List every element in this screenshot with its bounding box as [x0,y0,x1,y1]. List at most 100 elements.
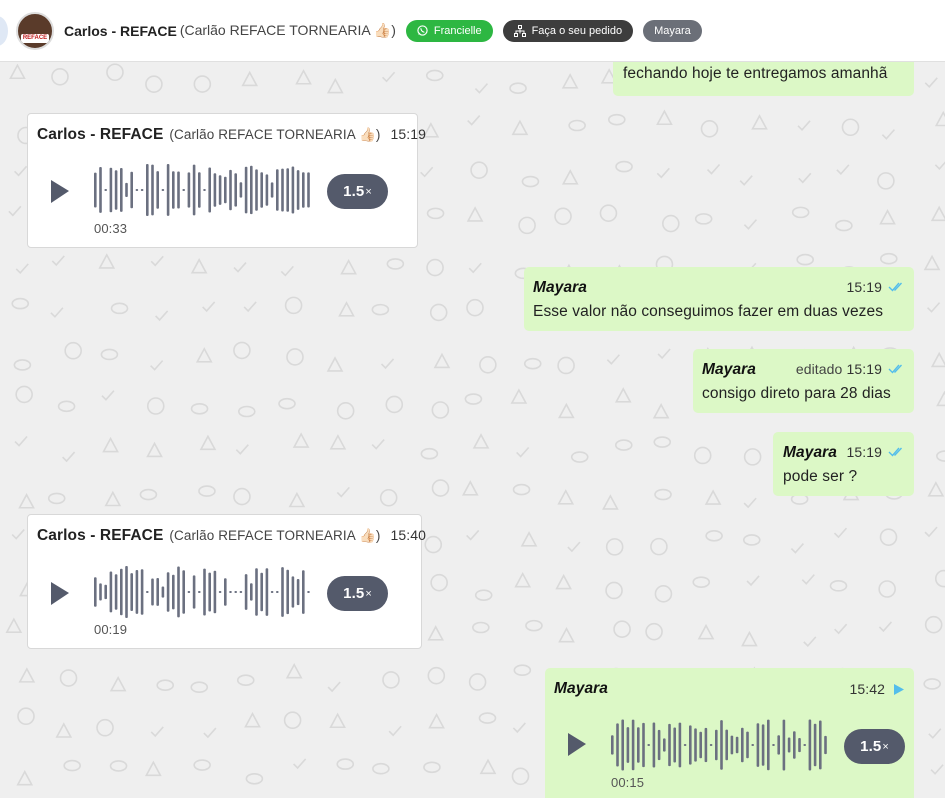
wallpaper-doodle [923,254,941,271]
waveform-bar [120,168,123,212]
wallpaper-doodle [693,446,712,465]
agent-chip-mayara[interactable]: Mayara [643,19,702,42]
wallpaper-doodle [372,762,390,775]
wallpaper-doodle [509,82,527,95]
wallpaper-doodle [280,265,294,277]
message-incoming-audio[interactable]: Carlos - REFACE (Carlão REFACE TORNEARIA… [27,514,426,649]
message-text: fechando hoje te entregamos amanhã [623,65,888,82]
wallpaper-doodle [338,301,355,317]
wallpaper-doodle [63,759,81,772]
waveform-bar [678,722,682,768]
wallpaper-doodle [511,767,530,786]
wallpaper-doodle [650,537,668,556]
waveform-bar [198,591,201,593]
playback-speed-button[interactable]: 1.5 × [327,576,388,611]
message-time: 15:19 [846,444,882,460]
playback-speed-button[interactable]: 1.5 × [844,729,905,764]
wallpaper-doodle [286,348,304,366]
wallpaper-doodle [336,758,355,770]
agent-chip-francielle[interactable]: Francielle [405,19,493,42]
play-icon[interactable] [48,177,74,207]
sender-name: Mayara [783,444,838,461]
contact-name[interactable]: Carlos - REFACE [64,23,177,39]
message-outgoing[interactable]: Mayara 15:19 pode ser ? [773,432,914,496]
waveform-bar [281,567,284,617]
waveform-bar [787,737,791,753]
waveform-bar [291,166,295,214]
wallpaper-doodle [705,530,723,542]
wallpaper-doodle [430,573,448,592]
wallpaper-doodle [235,444,249,455]
wallpaper-doodle [523,357,542,370]
wallpaper-doodle [743,448,762,466]
wallpaper-doodle [790,543,804,554]
wallpaper-doodle [615,160,633,173]
sitemap-icon [513,24,526,37]
waveform-bar [730,735,734,755]
waveform-bar [109,167,113,213]
wallpaper-doodle [923,678,941,690]
waveform-bar [203,189,206,191]
avatar[interactable]: REFACE [16,11,54,50]
waveform-bar [151,578,154,606]
message-outgoing[interactable]: Mayara editado 15:19 consigo direto para… [693,349,914,413]
waveform-bar [689,725,692,765]
message-outgoing[interactable]: Mayara 15:19 Esse valor não conseguimos … [524,267,914,331]
playback-speed-button[interactable]: 1.5 × [327,174,388,209]
wallpaper-doodle [881,129,895,140]
wallpaper-doodle [57,400,76,413]
wallpaper-doodle [233,487,251,506]
wallpaper-doodle [924,615,943,634]
wallpaper-doodle [426,207,445,220]
wallpaper-doodle [15,263,29,275]
waveform-bar [715,729,718,761]
wallpaper-doodle [139,488,158,501]
audio-waveform[interactable] [92,162,312,218]
audio-waveform[interactable] [609,717,829,773]
chat-area[interactable]: fechando hoje te entregamos amanhã Carlo… [0,62,945,798]
wallpaper-doodle [479,356,497,374]
waveform-bar [239,591,243,593]
wallpaper-doodle [109,675,127,692]
play-icon[interactable] [48,579,74,609]
play-icon[interactable] [565,730,591,760]
wallpaper-doodle [841,118,860,137]
wallpaper-doodle [474,83,489,94]
wallpaper-doodle [15,385,33,404]
wallpaper-doodle [96,718,114,737]
wallpaper-doodle [513,664,532,677]
waveform-bar [673,727,676,763]
wallpaper-doodle [468,262,482,274]
waveform-bar [161,189,165,191]
wallpaper-doodle [930,351,945,368]
message-outgoing[interactable]: fechando hoje te entregamos amanhã [613,62,914,96]
waveform-bar [182,570,185,614]
wallpaper-doodle [742,534,761,546]
waveform-bar [772,744,775,746]
waveform-bar [125,182,128,197]
wallpaper-doodle [557,356,575,375]
order-flow-chip[interactable]: Faça o seu pedido [502,19,634,42]
waveform-bar [291,576,295,608]
wallpaper-doodle [468,673,487,691]
waveform-bar [260,572,263,612]
waveform-bar [637,727,640,763]
message-incoming-audio[interactable]: Carlos - REFACE (Carlão REFACE TORNEARIA… [27,113,426,248]
wallpaper-doodle [657,348,671,360]
wallpaper-doodle [190,681,209,694]
wallpaper-doodle [927,481,945,497]
waveform-bar [172,574,175,610]
waveform-bar [621,719,624,771]
wallpaper-doodle [422,122,440,138]
wallpaper-doodle [613,620,631,639]
wallpaper-doodle [479,758,497,775]
wallpaper-doodle [241,70,259,87]
waveform-bar [668,723,671,767]
wallpaper-doodle [190,258,208,274]
wallpaper-doodle [431,479,450,497]
message-outgoing-audio[interactable]: Mayara 15:42 1.5 × 00:15 [545,668,914,798]
wallpaper-doodle [936,390,945,407]
audio-waveform[interactable] [92,564,312,620]
waveform-bar [94,172,97,208]
waveform-bar [109,571,113,613]
